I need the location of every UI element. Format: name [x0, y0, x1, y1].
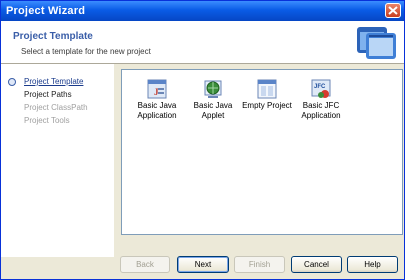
template-label-line1: Basic Java: [137, 101, 177, 110]
window-title: Project Wizard: [6, 5, 86, 17]
template-basic-jfc-application[interactable]: JFC Basic JFC Application: [292, 78, 350, 120]
step-project-paths[interactable]: Project Paths: [24, 90, 72, 99]
template-label-line2: Application: [137, 111, 177, 120]
template-label-line2: Application: [301, 111, 341, 120]
page-subtitle: Select a template for the new project: [21, 47, 151, 56]
template-label-line1: Basic Java: [193, 101, 233, 110]
template-basic-java-applet[interactable]: Basic Java Applet: [184, 78, 242, 120]
finish-button[interactable]: Finish: [234, 256, 285, 273]
wizard-content: J Basic Java Application Basic Java Appl…: [114, 64, 404, 257]
step-project-tools: Project Tools: [24, 116, 70, 125]
wizard-steps-sidebar: Project Template Project Paths Project C…: [1, 64, 114, 257]
template-label-line2: Applet: [201, 111, 225, 120]
wizard-header: Project Template Select a template for t…: [1, 21, 404, 64]
step-project-template[interactable]: Project Template: [24, 77, 83, 86]
help-button[interactable]: Help: [347, 256, 398, 273]
wizard-windows-icon: [357, 27, 396, 59]
java-applet-icon: [204, 80, 222, 98]
svg-text:JFC: JFC: [314, 84, 326, 90]
project-wizard-window: Project Wizard Project Template Select a…: [0, 0, 405, 280]
template-label-line1: Empty Project: [242, 101, 292, 110]
empty-project-icon: [257, 79, 277, 99]
step-project-classpath: Project ClassPath: [24, 103, 88, 112]
cancel-button[interactable]: Cancel: [291, 256, 342, 273]
current-step-bullet-icon: [8, 78, 16, 86]
next-button[interactable]: Next: [177, 256, 229, 273]
template-basic-java-application[interactable]: J Basic Java Application: [128, 78, 186, 120]
template-list: J Basic Java Application Basic Java Appl…: [121, 69, 403, 235]
java-application-icon: J: [147, 79, 167, 99]
title-bar[interactable]: Project Wizard: [1, 1, 404, 21]
page-title: Project Template: [13, 31, 93, 42]
jfc-application-icon: JFC: [311, 79, 331, 98]
back-button[interactable]: Back: [120, 256, 170, 273]
close-button[interactable]: [385, 3, 401, 18]
close-icon: [388, 6, 398, 15]
template-label-line1: Basic JFC: [302, 101, 340, 110]
template-empty-project[interactable]: Empty Project: [238, 78, 296, 111]
